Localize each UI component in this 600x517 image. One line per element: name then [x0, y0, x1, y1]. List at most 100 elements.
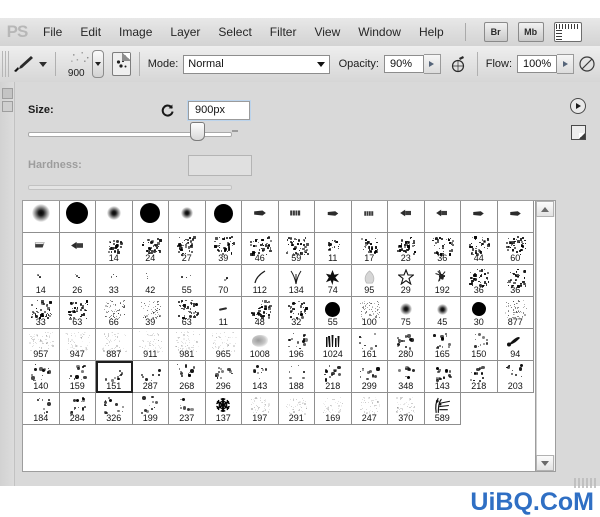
brush-preset-cell[interactable]: 197 — [242, 393, 279, 425]
panel-rail-icon-top[interactable] — [2, 88, 13, 99]
brush-preset-cell[interactable]: 143 — [424, 361, 461, 393]
brush-preset-cell[interactable]: 965 — [205, 329, 242, 361]
brush-preset-cell[interactable]: 140 — [23, 361, 60, 393]
brush-preset-cell[interactable]: 14 — [96, 233, 133, 265]
brush-preset-cell[interactable] — [59, 201, 96, 233]
brush-preset-cell[interactable]: 184 — [23, 393, 60, 425]
brush-preset-cell[interactable]: 150 — [461, 329, 498, 361]
brush-preset-cell[interactable]: 887 — [96, 329, 133, 361]
brush-tool-icon[interactable] — [13, 51, 35, 77]
panel-rail-icon-bottom[interactable] — [2, 101, 13, 112]
brush-preset-cell[interactable] — [23, 233, 60, 265]
brush-preset-cell[interactable]: 74 — [315, 265, 352, 297]
brush-preset-cell[interactable]: 66 — [96, 297, 133, 329]
brush-preset-cell[interactable]: 589 — [424, 393, 461, 425]
brush-preset-cell[interactable]: 188 — [278, 361, 315, 393]
brush-preset-cell[interactable]: 70 — [205, 265, 242, 297]
brush-preset-cell[interactable]: 95 — [351, 265, 388, 297]
menu-item-window[interactable]: Window — [349, 19, 410, 45]
brush-preset-cell[interactable]: 46 — [242, 233, 279, 265]
menu-item-filter[interactable]: Filter — [261, 19, 306, 45]
tablet-pressure-icon[interactable] — [578, 52, 596, 76]
opacity-slider-button[interactable] — [423, 54, 441, 74]
brush-preset-cell[interactable]: 29 — [388, 265, 425, 297]
size-slider-handle[interactable] — [190, 122, 205, 141]
brush-preset-cell[interactable] — [205, 201, 242, 233]
brush-preset-cell[interactable] — [59, 233, 96, 265]
menu-item-view[interactable]: View — [305, 19, 349, 45]
brush-preset-cell[interactable]: 299 — [351, 361, 388, 393]
brush-preset-cell[interactable]: 112 — [242, 265, 279, 297]
brush-preset-cell[interactable]: 36 — [497, 265, 534, 297]
brush-preset-cell[interactable]: 877 — [497, 297, 534, 329]
toggle-brush-panel-button[interactable] — [112, 52, 131, 76]
brush-preset-cell[interactable]: 192 — [424, 265, 461, 297]
brush-preset-cell[interactable]: 247 — [351, 393, 388, 425]
brush-preset-cell[interactable]: 165 — [424, 329, 461, 361]
flow-input[interactable]: 100% — [517, 55, 557, 73]
brush-preset-cell[interactable]: 1008 — [242, 329, 279, 361]
brush-preset-cell[interactable]: 203 — [497, 361, 534, 393]
brush-preset-cell[interactable]: 17 — [351, 233, 388, 265]
blend-mode-select[interactable]: Normal — [183, 54, 330, 74]
menu-item-help[interactable]: Help — [410, 19, 453, 45]
scroll-up-button[interactable] — [536, 201, 555, 217]
brush-preset-cell[interactable]: 60 — [497, 233, 534, 265]
scrollbar-track[interactable] — [536, 217, 556, 455]
brush-preset-cell[interactable]: 94 — [497, 329, 534, 361]
brush-preset-cell[interactable]: 296 — [205, 361, 242, 393]
size-input[interactable]: 900px — [187, 99, 251, 121]
brush-preset-cell[interactable]: 39 — [205, 233, 242, 265]
brush-preset-cell[interactable]: 151 — [96, 361, 133, 393]
brush-preset-cell[interactable]: 55 — [169, 265, 206, 297]
brush-preset-cell[interactable]: 63 — [59, 297, 96, 329]
brush-preset-cell[interactable]: 348 — [388, 361, 425, 393]
brush-preset-cell[interactable]: 237 — [169, 393, 206, 425]
brush-preset-cell[interactable]: 63 — [169, 297, 206, 329]
brush-preset-cell[interactable]: 55 — [315, 297, 352, 329]
options-bar-grip[interactable] — [2, 51, 9, 77]
brush-preset-cell[interactable]: 33 — [23, 297, 60, 329]
brush-preset-cell[interactable] — [23, 201, 60, 233]
brush-preset-cell[interactable]: 161 — [351, 329, 388, 361]
view-extras-button[interactable] — [553, 22, 582, 42]
brush-preset-cell[interactable]: 218 — [461, 361, 498, 393]
mini-bridge-button[interactable]: Mb — [517, 22, 544, 42]
brush-preset-cell[interactable] — [132, 201, 169, 233]
brush-preset-cell[interactable]: 143 — [242, 361, 279, 393]
flow-slider-button[interactable] — [557, 54, 574, 74]
brush-preset-cell[interactable]: 32 — [278, 297, 315, 329]
brush-tool-dropdown-caret[interactable] — [38, 61, 47, 67]
brush-preset-cell[interactable]: 218 — [315, 361, 352, 393]
brush-preset-cell[interactable]: 326 — [96, 393, 133, 425]
brush-preset-cell[interactable]: 280 — [388, 329, 425, 361]
brush-preset-cell[interactable]: 137 — [205, 393, 242, 425]
scroll-down-button[interactable] — [536, 455, 555, 471]
brush-preset-cell[interactable]: 169 — [315, 393, 352, 425]
brush-preset-cell[interactable]: 100 — [351, 297, 388, 329]
reset-size-icon[interactable] — [160, 102, 176, 118]
brush-preset-cell[interactable] — [497, 201, 534, 233]
brush-preset-cell[interactable]: 30 — [461, 297, 498, 329]
brush-preset-cell[interactable] — [96, 201, 133, 233]
brush-preset-cell[interactable]: 957 — [23, 329, 60, 361]
panel-menu-button[interactable] — [570, 98, 586, 114]
opacity-input[interactable]: 90% — [383, 55, 424, 73]
brush-preset-cell[interactable]: 268 — [169, 361, 206, 393]
brush-preset-cell[interactable] — [315, 201, 352, 233]
brush-preset-cell[interactable] — [424, 201, 461, 233]
brush-preset-cell[interactable]: 36 — [424, 233, 461, 265]
brush-preset-cell[interactable]: 947 — [59, 329, 96, 361]
menu-item-select[interactable]: Select — [209, 19, 260, 45]
airbrush-toggle-icon[interactable] — [445, 52, 465, 76]
brush-preset-cell[interactable]: 159 — [59, 361, 96, 393]
brush-preset-cell[interactable]: 1024 — [315, 329, 352, 361]
brush-preset-cell[interactable] — [461, 201, 498, 233]
brush-preset-cell[interactable]: 27 — [169, 233, 206, 265]
new-preset-button[interactable] — [570, 124, 586, 140]
brush-preset-cell[interactable] — [169, 201, 206, 233]
brush-preset-cell[interactable]: 59 — [278, 233, 315, 265]
bridge-button[interactable]: Br — [483, 22, 508, 42]
brush-preset-cell[interactable]: 24 — [132, 233, 169, 265]
menu-item-file[interactable]: File — [34, 19, 71, 45]
